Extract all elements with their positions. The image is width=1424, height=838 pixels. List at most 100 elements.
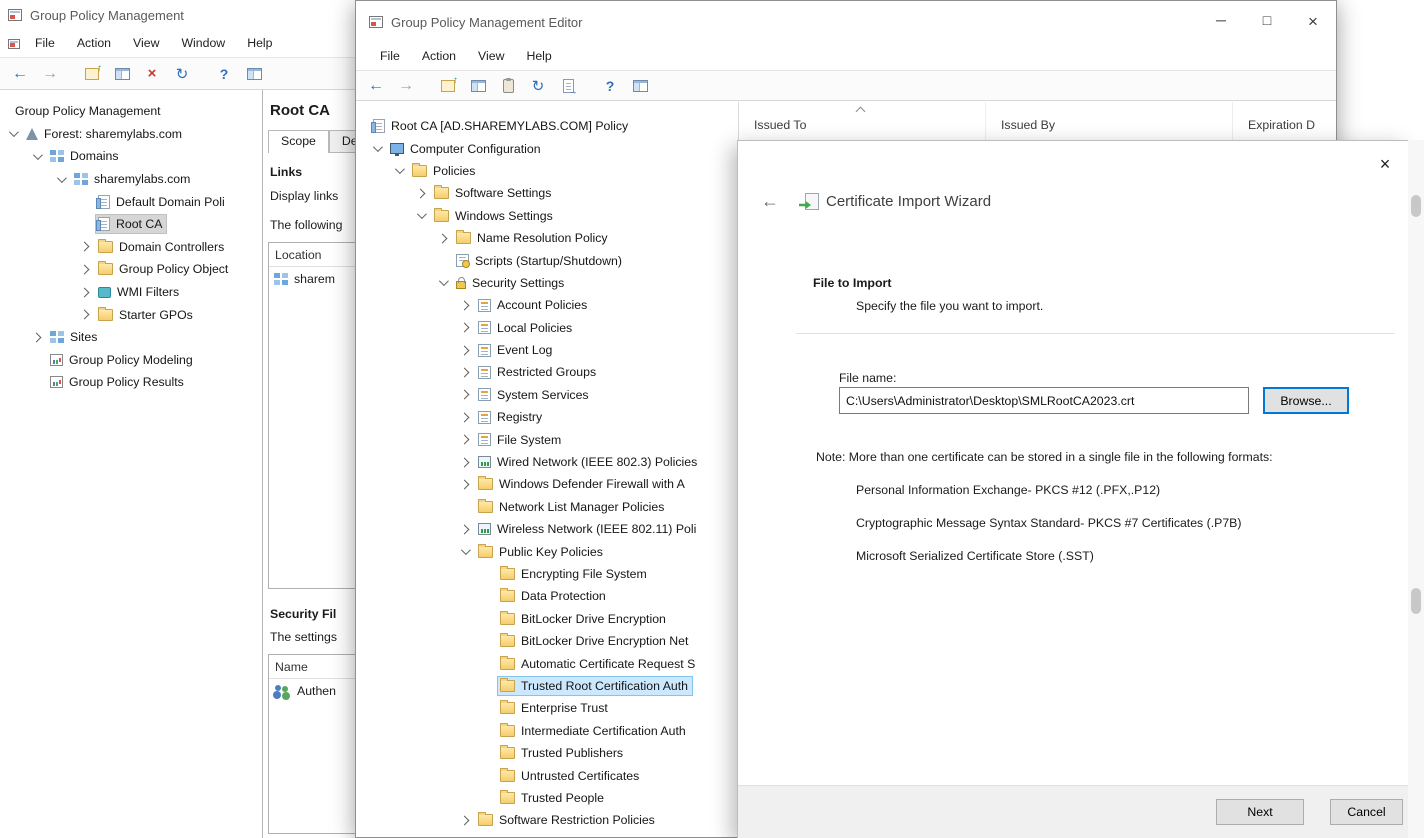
tree-item-hit[interactable]: Event Log [475,340,557,360]
tree-item-hit[interactable]: Automatic Certificate Request S [497,654,700,674]
tree-item[interactable]: Registry [356,406,738,428]
action-pane-toggle-icon[interactable] [242,63,266,85]
tree-item[interactable]: Forest: sharemylabs.com [0,123,262,146]
tree-item-hit[interactable]: Local Policies [475,318,577,338]
expand-chevron-icon[interactable] [460,323,470,333]
column-header[interactable]: Issued By [986,102,1233,141]
scrollbar-thumb[interactable] [1411,588,1421,614]
tree-item[interactable]: Group Policy Object [0,258,262,281]
tree-item[interactable]: BitLocker Drive Encryption Net [356,630,738,652]
tree-item[interactable]: File System [356,428,738,450]
tree-item[interactable]: Domains [0,145,262,168]
tree-item-hit[interactable]: Sites [47,327,102,347]
tree-item[interactable]: Public Key Policies [356,540,738,562]
tree-item[interactable]: Windows Defender Firewall with A [356,473,738,495]
tree-item[interactable]: BitLocker Drive Encryption [356,608,738,630]
next-button[interactable]: Next [1216,799,1304,825]
file-name-input[interactable] [839,387,1249,414]
tree-item[interactable]: Restricted Groups [356,361,738,383]
expand-chevron-icon[interactable] [460,815,470,825]
tree-item-hit[interactable]: Default Domain Poli [95,192,230,212]
cancel-button[interactable]: Cancel [1330,799,1403,825]
tree-item[interactable]: Group Policy Management [0,100,262,123]
tree-item[interactable]: Wired Network (IEEE 802.3) Policies [356,451,738,473]
tree-item[interactable]: Security Settings [356,272,738,294]
tree-item-hit[interactable]: Windows Defender Firewall with A [475,474,690,494]
tree-item[interactable]: Group Policy Results [0,371,262,394]
menu-item[interactable]: Window [170,30,236,57]
tree-item-hit[interactable]: Registry [475,407,547,427]
help-icon[interactable]: ? [212,63,236,85]
tree-item-hit[interactable]: System Services [475,385,594,405]
tree-item[interactable]: WMI Filters [0,281,262,304]
scrollbar-thumb[interactable] [1411,195,1421,217]
tree-item[interactable]: Scripts (Startup/Shutdown) [356,249,738,271]
action-pane-toggle-icon[interactable] [628,75,652,97]
expand-chevron-icon[interactable] [33,150,43,160]
expand-chevron-icon[interactable] [80,310,90,320]
expand-chevron-icon[interactable] [80,242,90,252]
export-list-icon[interactable] [556,75,580,97]
expand-chevron-icon[interactable] [438,233,448,243]
forward-icon[interactable]: → [394,75,418,97]
tree-item[interactable]: Group Policy Modeling [0,349,262,372]
tree-item[interactable]: Wireless Network (IEEE 802.11) Poli [356,518,738,540]
tree-item-hit[interactable]: Public Key Policies [475,542,608,562]
menu-item[interactable]: View [122,30,170,57]
menu-item[interactable]: Action [411,43,467,70]
expand-chevron-icon[interactable] [460,368,470,378]
tree-item-hit[interactable]: Software Settings [431,183,556,203]
tree-item[interactable]: Trusted Publishers [356,742,738,764]
expand-chevron-icon[interactable] [460,300,470,310]
tree-item[interactable]: System Services [356,384,738,406]
tree-item-hit[interactable]: Encrypting File System [497,564,652,584]
scope-tab[interactable]: Det [329,130,355,152]
tree-item-hit[interactable]: File System [475,430,566,450]
tree-item[interactable]: sharemylabs.com [0,168,262,191]
tree-item-hit[interactable]: Trusted Publishers [497,743,628,763]
tree-item[interactable]: Root CA [AD.SHAREMYLABS.COM] Policy [356,115,738,137]
tree-item-hit[interactable]: Windows Settings [431,206,558,226]
tree-item[interactable]: Untrusted Certificates [356,764,738,786]
tree-item[interactable]: Encrypting File System [356,563,738,585]
expand-chevron-icon[interactable] [416,188,426,198]
expand-chevron-icon[interactable] [439,277,449,287]
location-column-header[interactable]: Location [269,243,355,267]
tree-item-hit[interactable]: Group Policy Results [47,372,189,392]
tree-item[interactable]: Enterprise Trust [356,697,738,719]
tree-item-hit[interactable]: Network List Manager Policies [475,497,669,517]
tree-item-hit[interactable]: Scripts (Startup/Shutdown) [453,251,627,271]
column-header[interactable]: Expiration D [1233,102,1336,141]
tree-item-hit[interactable]: Wireless Network (IEEE 802.11) Poli [475,519,701,539]
tree-item-hit[interactable]: sharemylabs.com [71,169,195,189]
tree-item[interactable]: Local Policies [356,317,738,339]
tree-item[interactable]: Network List Manager Policies [356,496,738,518]
delete-icon[interactable]: × [140,63,164,85]
tree-item[interactable]: Intermediate Certification Auth [356,720,738,742]
tree-item[interactable]: Policies [356,160,738,182]
tree-item-hit[interactable]: Trusted Root Certification Auth [497,676,693,696]
tree-item-hit[interactable]: Domain Controllers [95,237,229,257]
expand-chevron-icon[interactable] [80,287,90,297]
expand-chevron-icon[interactable] [395,165,405,175]
maximize-button[interactable]: □ [1244,12,1290,28]
expand-chevron-icon[interactable] [9,128,19,138]
tree-item[interactable]: Trusted People [356,787,738,809]
tree-item[interactable]: Automatic Certificate Request S [356,652,738,674]
tree-item[interactable]: Trusted Root Certification Auth [356,675,738,697]
back-icon[interactable]: ← [8,63,32,85]
expand-chevron-icon[interactable] [32,332,42,342]
expand-chevron-icon[interactable] [373,142,383,152]
minimize-button[interactable]: ─ [1198,12,1244,28]
expand-chevron-icon[interactable] [460,524,470,534]
refresh-icon[interactable]: ↻ [526,75,550,97]
browse-button[interactable]: Browse... [1263,387,1349,414]
tree-item-hit[interactable]: Group Policy Management [6,101,166,121]
tree-item[interactable]: Sites [0,326,262,349]
expand-chevron-icon[interactable] [80,265,90,275]
menu-item[interactable]: File [369,43,411,70]
tree-item-hit[interactable]: Starter GPOs [95,305,198,325]
tree-item[interactable]: Domain Controllers [0,236,262,259]
tree-item-hit[interactable]: Policies [409,161,480,181]
menu-item[interactable]: Action [66,30,122,57]
